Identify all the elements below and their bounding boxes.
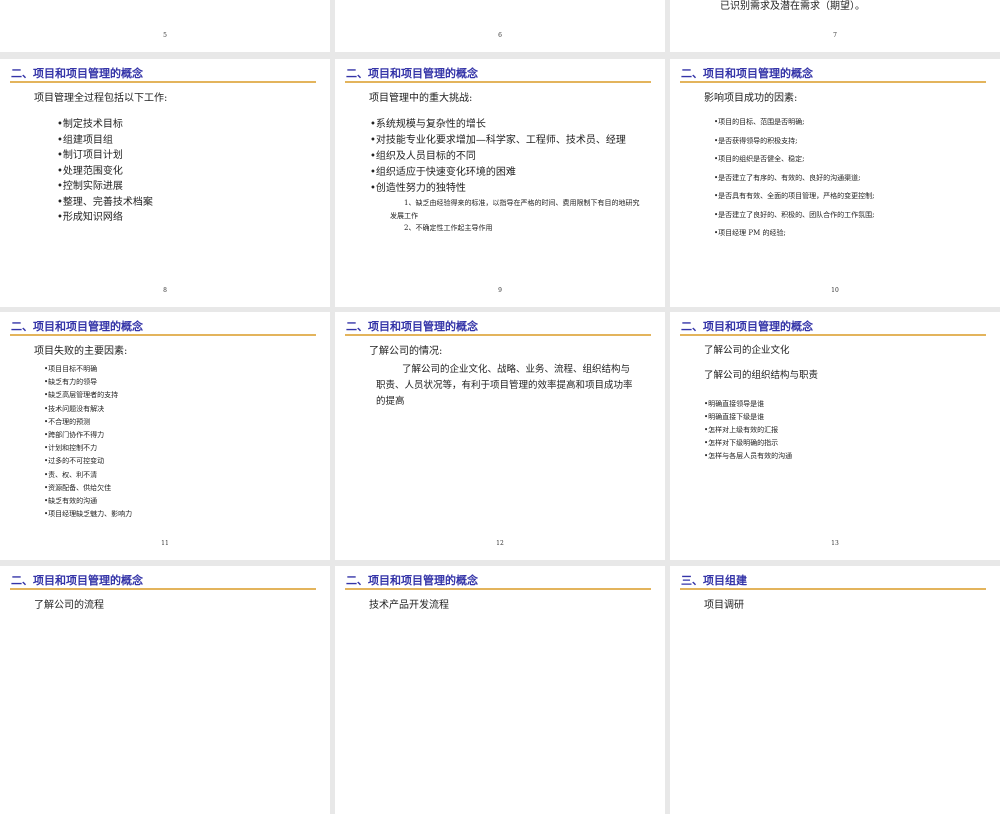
list-item: 系统规模与复杂性的增长	[370, 117, 640, 133]
list-item: 缺乏高层管理者的支持	[44, 389, 132, 402]
slide-number: 11	[161, 540, 169, 547]
slide-intro: 影响项目成功的因素:	[704, 93, 798, 104]
slide-number: 9	[498, 287, 502, 294]
list-item: 责、权、利不清	[44, 469, 132, 482]
slide-9[interactable]: 二、项目和项目管理的概念 项目管理中的重大挑战: 系统规模与复杂性的增长 对技能…	[335, 59, 665, 307]
slide-12[interactable]: 二、项目和项目管理的概念 了解公司的情况: 了解公司的企业文化、战略、业务、流程…	[335, 312, 665, 560]
slide-number: 13	[831, 540, 839, 547]
list-item: 处理范围变化	[57, 164, 153, 180]
slide-intro: 项目管理全过程包括以下工作:	[34, 93, 168, 104]
list-item: 是否建立了有序的、有效的、良好的沟通渠道;	[714, 169, 875, 188]
title-divider	[680, 334, 986, 336]
list-item: 制订项目计划	[57, 148, 153, 164]
list-item: 怎样与各层人员有效的沟通	[704, 450, 792, 463]
slide-paragraph: 了解公司的企业文化、战略、业务、流程、组织结构与职责、人员状况等，有利于项目管理…	[376, 364, 633, 407]
title-divider	[345, 81, 651, 83]
list-item: 组织及人员目标的不同	[370, 149, 640, 165]
title-divider	[345, 588, 651, 590]
slide-7[interactable]: 已识别需求及潜在需求（期望）。 7	[670, 0, 1000, 52]
slide-intro-2: 了解公司的组织结构与职责	[704, 370, 819, 381]
list-item: 跨部门协作不得力	[44, 429, 132, 442]
slide-number: 8	[163, 287, 167, 294]
list-item: 项目经理缺乏魅力、影响力	[44, 508, 132, 521]
slide-title: 二、项目和项目管理的概念	[11, 67, 143, 80]
list-item: 怎样对下级明确的指示	[704, 437, 792, 450]
slide-14[interactable]: 二、项目和项目管理的概念 了解公司的流程	[0, 566, 330, 814]
list-item: 项目目标不明确	[44, 363, 132, 376]
slide-number: 6	[498, 32, 502, 39]
list-item: 组建项目组	[57, 133, 153, 149]
title-divider	[10, 588, 316, 590]
slide-intro: 了解公司的情况:	[369, 346, 443, 357]
slide-8[interactable]: 二、项目和项目管理的概念 项目管理全过程包括以下工作: 制定技术目标 组建项目组…	[0, 59, 330, 307]
bullet-list: 项目的目标、范围是否明确; 是否获得领导的积极支持; 项目的组织是否健全、稳定;…	[714, 113, 875, 243]
slide-intro: 项目调研	[704, 600, 744, 611]
slide-title: 三、项目组建	[681, 574, 747, 587]
bullet-list: 明确直接领导是谁 明确直接下级是谁 怎样对上级有效的汇报 怎样对下级明确的指示 …	[704, 398, 792, 463]
slide-title: 二、项目和项目管理的概念	[681, 67, 813, 80]
sub-item: 2、不确定性工作起主导作用	[404, 224, 493, 232]
slide-15[interactable]: 二、项目和项目管理的概念 技术产品开发流程	[335, 566, 665, 814]
list-item: 制定技术目标	[57, 117, 153, 133]
list-item: 项目的目标、范围是否明确;	[714, 113, 875, 132]
slide-title: 二、项目和项目管理的概念	[346, 320, 478, 333]
list-item: 项目的组织是否健全、稳定;	[714, 150, 875, 169]
title-divider	[10, 334, 316, 336]
list-item: 过多的不可控变动	[44, 455, 132, 468]
list-item: 是否获得领导的积极支持;	[714, 132, 875, 151]
list-item: 是否具有有效、全面的项目管理，严格的变更控制;	[714, 187, 874, 206]
list-item: 形成知识网络	[57, 210, 153, 226]
sub-item: 1、缺乏由经验得来的标准，以指导在严格的时间、费用限制下有目的地研究发展工作	[390, 199, 640, 220]
list-item: 项目经理 PM 的经验;	[714, 224, 875, 243]
list-item: 明确直接下级是谁	[704, 411, 792, 424]
list-item: 缺乏有力的领导	[44, 376, 132, 389]
list-item: 对技能专业化要求增加—科学家、工程师、技术员、经理	[370, 133, 640, 149]
slide-number: 10	[831, 287, 839, 294]
slide-13[interactable]: 二、项目和项目管理的概念 了解公司的企业文化 了解公司的组织结构与职责 明确直接…	[670, 312, 1000, 560]
list-item: 缺乏有效的沟通	[44, 495, 132, 508]
slide-10[interactable]: 二、项目和项目管理的概念 影响项目成功的因素: 项目的目标、范围是否明确; 是否…	[670, 59, 1000, 307]
bullet-list: 项目目标不明确 缺乏有力的领导 缺乏高层管理者的支持 技术问题没有解决 不合理的…	[44, 363, 132, 521]
title-divider	[680, 588, 986, 590]
slide-number: 7	[833, 32, 837, 39]
slide-text: 已识别需求及潜在需求（期望）。	[720, 1, 865, 12]
list-item: 明确直接领导是谁	[704, 398, 792, 411]
list-item: 技术问题没有解决	[44, 403, 132, 416]
list-item: 计划和控制不力	[44, 442, 132, 455]
slide-title: 二、项目和项目管理的概念	[346, 67, 478, 80]
slide-title: 二、项目和项目管理的概念	[11, 574, 143, 587]
list-item: 控制实际进展	[57, 179, 153, 195]
list-item: 怎样对上级有效的汇报	[704, 424, 792, 437]
title-divider	[680, 81, 986, 83]
list-item: 整理、完善技术档案	[57, 195, 153, 211]
list-item: 是否建立了良好的、积极的、团队合作的工作氛围;	[714, 206, 874, 225]
slide-intro: 项目失败的主要因素:	[34, 346, 128, 357]
slide-intro: 项目管理中的重大挑战:	[369, 93, 473, 104]
slide-intro: 了解公司的流程	[34, 600, 104, 611]
bullet-list: 系统规模与复杂性的增长 对技能专业化要求增加—科学家、工程师、技术员、经理 组织…	[370, 117, 640, 235]
slide-title: 二、项目和项目管理的概念	[11, 320, 143, 333]
bullet-list: 制定技术目标 组建项目组 制订项目计划 处理范围变化 控制实际进展 整理、完善技…	[57, 117, 153, 226]
slide-5[interactable]: 5	[0, 0, 330, 52]
slide-intro: 技术产品开发流程	[369, 600, 449, 611]
slide-16[interactable]: 三、项目组建 项目调研	[670, 566, 1000, 814]
title-divider	[10, 81, 316, 83]
list-item: 创造性努力的独特性	[370, 181, 640, 197]
slide-11[interactable]: 二、项目和项目管理的概念 项目失败的主要因素: 项目目标不明确 缺乏有力的领导 …	[0, 312, 330, 560]
slide-6[interactable]: 6	[335, 0, 665, 52]
list-item: 不合理的预测	[44, 416, 132, 429]
slide-number: 5	[163, 32, 167, 39]
slide-title: 二、项目和项目管理的概念	[681, 320, 813, 333]
title-divider	[345, 334, 651, 336]
list-item: 组织适应于快速变化环境的困难	[370, 165, 640, 181]
slide-intro: 了解公司的企业文化	[704, 345, 790, 356]
list-item: 资源配备、供给欠佳	[44, 482, 132, 495]
slide-number: 12	[496, 540, 504, 547]
slide-title: 二、项目和项目管理的概念	[346, 574, 478, 587]
